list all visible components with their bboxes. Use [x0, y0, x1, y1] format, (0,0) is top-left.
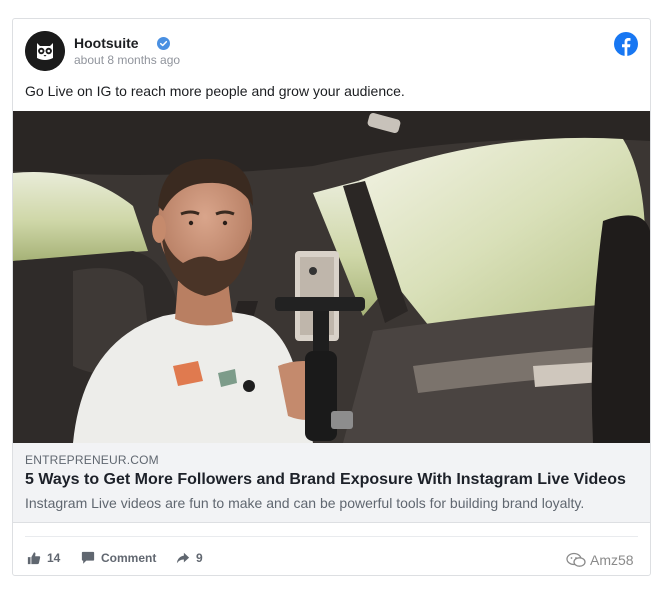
link-title[interactable]: 5 Ways to Get More Followers and Brand E…: [25, 471, 626, 489]
link-preview-image[interactable]: [13, 111, 650, 443]
like-icon: [27, 552, 41, 565]
share-count: 9: [196, 551, 203, 565]
car-interior-photo: [13, 111, 650, 443]
facebook-post-card: Hootsuite about 8 months ago Go Live on …: [12, 18, 651, 576]
verified-badge-icon: [157, 37, 170, 50]
wechat-icon: [566, 552, 586, 567]
owl-logo-icon: [25, 31, 65, 71]
link-domain: ENTREPRENEUR.COM: [25, 453, 159, 467]
post-timestamp[interactable]: about 8 months ago: [74, 53, 180, 67]
page-name[interactable]: Hootsuite: [74, 35, 139, 51]
post-header: Hootsuite about 8 months ago: [25, 31, 638, 75]
post-message: Go Live on IG to reach more people and g…: [25, 83, 405, 99]
like-button[interactable]: 14: [27, 550, 60, 566]
watermark-text: Amz58: [590, 552, 634, 568]
comment-button[interactable]: Comment: [81, 550, 156, 566]
comment-icon: [81, 551, 95, 564]
link-preview[interactable]: ENTREPRENEUR.COM 5 Ways to Get More Foll…: [13, 443, 650, 523]
share-button[interactable]: 9: [176, 550, 203, 566]
like-count: 14: [47, 551, 61, 565]
link-description: Instagram Live videos are fun to make an…: [25, 495, 585, 511]
facebook-logo-icon[interactable]: [614, 32, 638, 56]
post-actions: 14 Comment 9: [25, 536, 638, 577]
share-icon: [176, 552, 190, 564]
hootsuite-avatar[interactable]: [25, 31, 65, 71]
wechat-watermark: Amz58: [566, 552, 634, 568]
comment-label: Comment: [101, 551, 157, 565]
